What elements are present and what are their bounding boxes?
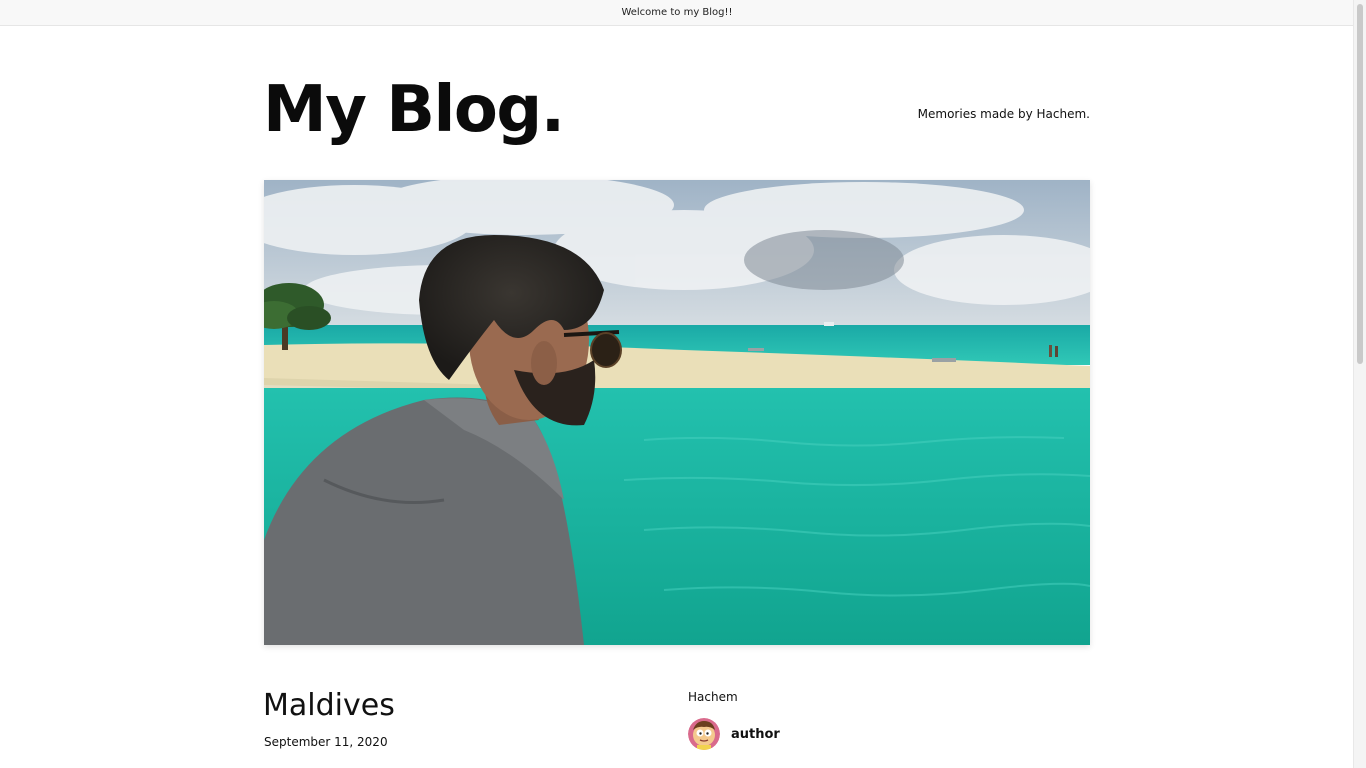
page-scrollbar[interactable] [1353,0,1366,768]
author-role-label[interactable]: author [731,727,780,742]
announcement-bar: Welcome to my Blog!! [0,0,1354,26]
announcement-text: Welcome to my Blog!! [621,7,733,18]
scrollbar-thumb[interactable] [1357,4,1363,364]
post-date: September 11, 2020 [264,735,388,749]
hero-image [264,180,1090,645]
site-title[interactable]: My Blog. [263,70,565,150]
post-title[interactable]: Maldives [263,686,395,726]
cartoon-avatar-icon [688,718,720,750]
author-byline: author [688,718,780,750]
author-name: Hachem [688,690,738,704]
site-tagline: Memories made by Hachem. [917,107,1090,121]
